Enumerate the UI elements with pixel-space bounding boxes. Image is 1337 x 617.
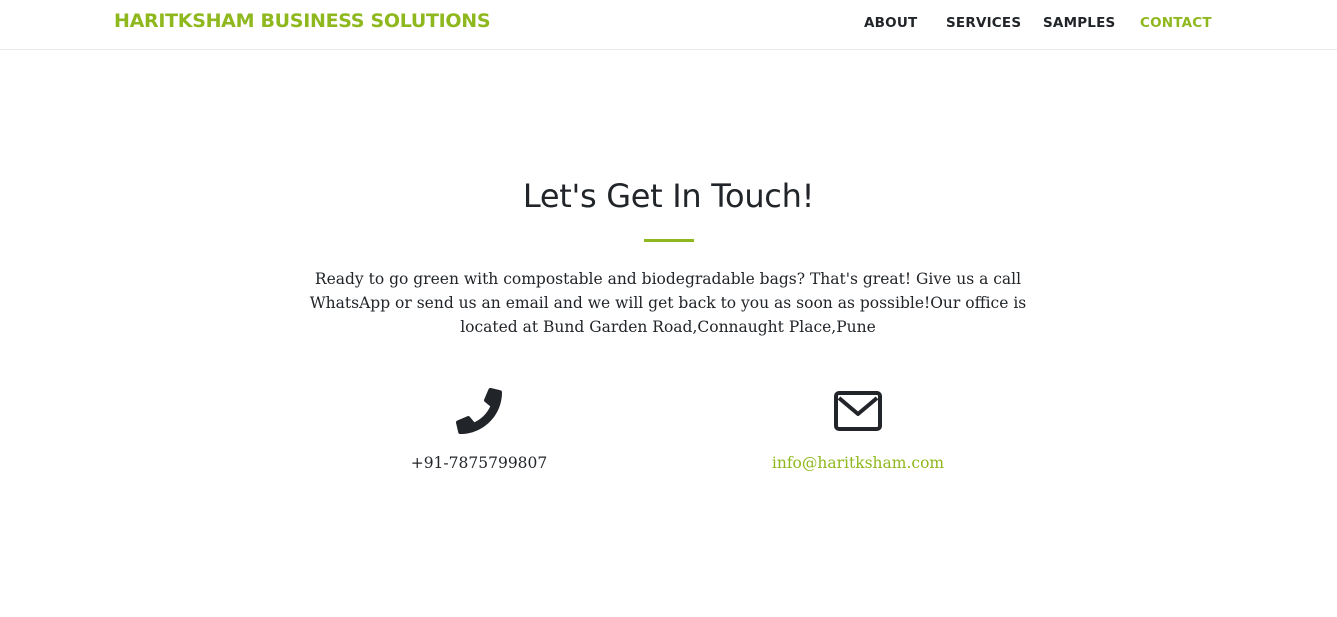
phone-icon <box>456 388 502 434</box>
nav-link-contact[interactable]: CONTACT <box>1140 15 1212 31</box>
nav-link-samples[interactable]: SAMPLES <box>1043 15 1115 31</box>
contact-description: Ready to go green with compostable and b… <box>309 270 1027 336</box>
navbar: HARITKSHAM BUSINESS SOLUTIONS ABOUT SERV… <box>0 0 1337 50</box>
heading-divider <box>644 239 694 242</box>
nav-link-about[interactable]: ABOUT <box>864 15 917 31</box>
envelope-icon <box>834 391 882 431</box>
email-link[interactable]: info@haritksham.com <box>728 454 988 472</box>
nav-menu: ABOUT SERVICES SAMPLES CONTACT <box>0 15 1337 35</box>
contact-heading: Let's Get In Touch! <box>522 177 815 215</box>
phone-number: +91-7875799807 <box>410 454 548 472</box>
phone-contact: +91-7875799807 <box>349 388 609 472</box>
email-contact: info@haritksham.com <box>728 388 988 472</box>
nav-link-services[interactable]: SERVICES <box>946 15 1021 31</box>
